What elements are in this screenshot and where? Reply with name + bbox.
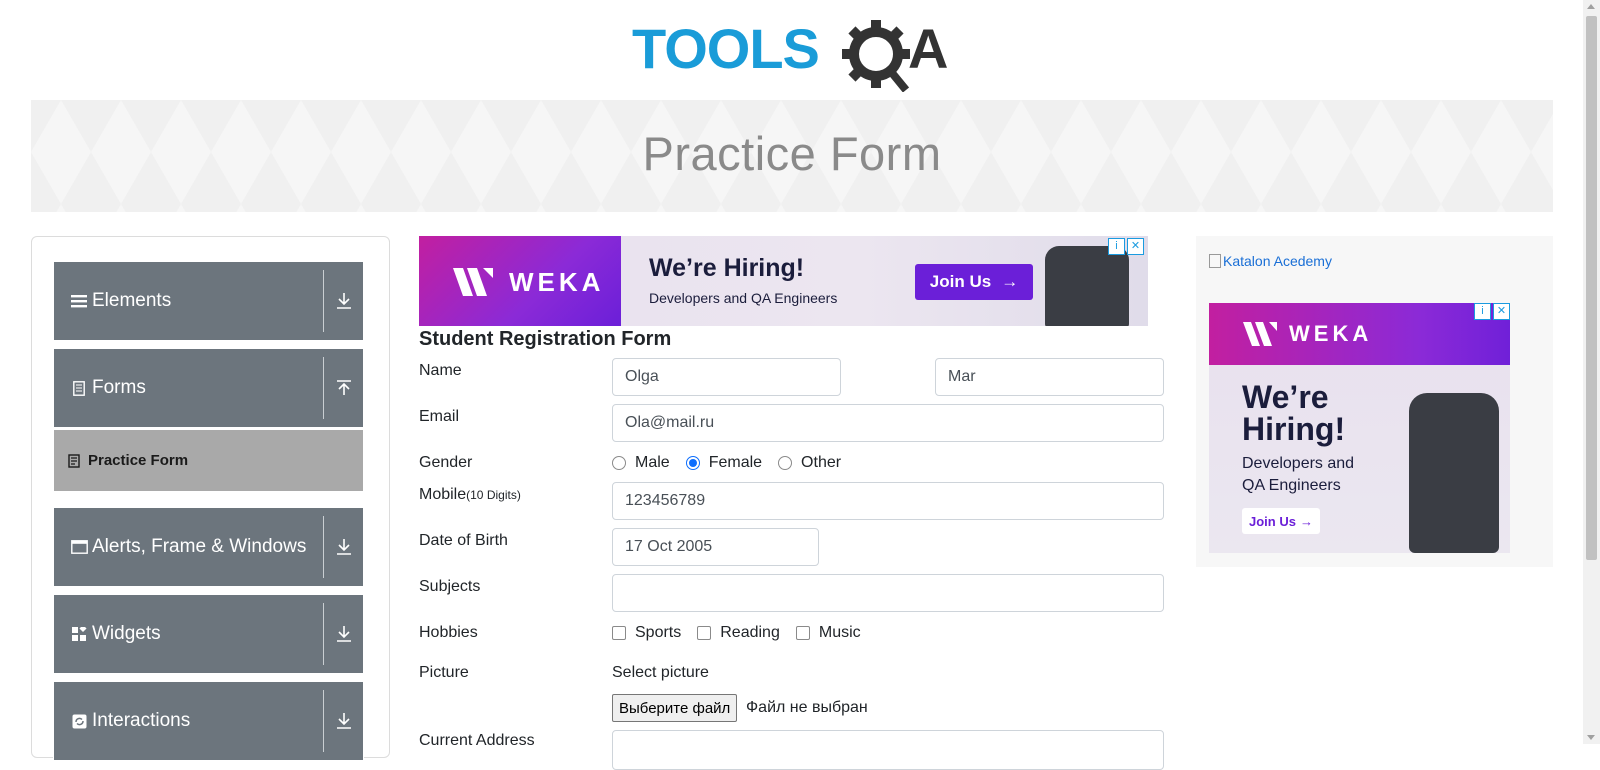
ad-banner-top[interactable]: WEKA We’re Hiring! Developers and QA Eng… — [419, 236, 1148, 326]
scroll-down-arrow-icon[interactable] — [1587, 735, 1595, 740]
ad-banner-right[interactable]: WEKA i ✕ We’re Hiring! Developers and QA… — [1209, 303, 1510, 553]
backpack-image — [1409, 393, 1499, 553]
checkbox-music[interactable] — [795, 626, 810, 640]
sidebar-group-label: Elements — [92, 290, 172, 311]
document-icon — [70, 379, 88, 397]
ad-brand: WEKA — [1289, 321, 1373, 346]
sidebar-group-interactions[interactable]: Interactions — [53, 681, 364, 761]
picture-label: Picture — [419, 664, 469, 681]
ad-subline: Developers and QA Engineers — [649, 290, 838, 306]
page-title: Practice Form — [642, 127, 942, 180]
ad-info-icon[interactable]: i — [1108, 238, 1125, 255]
choose-file-button[interactable]: Выберите файл — [612, 694, 738, 722]
page-scrollbar[interactable] — [1583, 0, 1600, 744]
checkbox-reading[interactable] — [697, 626, 712, 640]
page-banner: Practice Form — [31, 100, 1553, 212]
name-label: Name — [419, 362, 462, 379]
current-address-input[interactable] — [612, 730, 1164, 770]
ad-headline: We’re Hiring! — [1242, 379, 1346, 447]
ad-subline: Developers and QA Engineers — [1242, 455, 1355, 494]
select-picture-label: Select picture — [612, 664, 709, 681]
last-name-input[interactable] — [935, 358, 1164, 396]
svg-text:TOOLS: TOOLS — [632, 17, 819, 80]
mobile-label: Mobile(10 Digits) — [419, 486, 521, 503]
backpack-image — [1045, 246, 1129, 326]
current-address-label: Current Address — [419, 732, 535, 749]
ad-controls: i ✕ — [1474, 303, 1510, 320]
sidebar-group-elements[interactable]: Elements — [53, 261, 364, 341]
arrow-right-icon: → — [1001, 272, 1019, 291]
first-name-input[interactable] — [612, 358, 841, 396]
date-of-birth-input[interactable] — [612, 528, 819, 566]
hobby-music-option[interactable]: Music — [795, 624, 861, 642]
upload-arrow-icon[interactable] — [332, 376, 356, 400]
hobbies-checkbox-group: Sports Reading Music — [612, 624, 877, 642]
gender-radio-group: Male Female Other — [612, 454, 857, 472]
ad-headline: We’re Hiring! — [649, 254, 805, 282]
hobby-sports-option[interactable]: Sports — [612, 624, 681, 642]
weka-logo-block: WEKA — [419, 236, 621, 326]
download-arrow-icon[interactable] — [332, 622, 356, 646]
mobile-input[interactable] — [612, 482, 1164, 520]
ad-close-icon[interactable]: ✕ — [1493, 303, 1510, 320]
hobbies-label: Hobbies — [419, 624, 478, 641]
gender-female-option[interactable]: Female — [685, 454, 762, 472]
radio-other[interactable] — [778, 456, 793, 470]
radio-male[interactable] — [612, 456, 626, 470]
widgets-icon — [70, 625, 88, 643]
download-arrow-icon[interactable] — [332, 709, 356, 733]
subjects-label: Subjects — [419, 578, 481, 595]
broken-image-icon — [1209, 254, 1221, 268]
sidebar-group-forms[interactable]: Forms — [53, 348, 364, 428]
window-icon — [70, 538, 88, 556]
sidebar-group-label: Widgets — [92, 623, 161, 644]
gender-male-option[interactable]: Male — [612, 454, 670, 472]
svg-text:A: A — [908, 17, 948, 80]
katalon-academy-link[interactable]: Katalon Acedemy — [1209, 253, 1332, 269]
arrow-right-icon: → — [1299, 513, 1313, 529]
gender-other-option[interactable]: Other — [778, 454, 841, 472]
sidebar-group-label: Alerts, Frame & Windows — [92, 536, 307, 557]
weka-logo-strip: WEKA i ✕ — [1209, 303, 1510, 365]
checkbox-sports[interactable] — [612, 626, 626, 640]
ad-join-button[interactable]: Join Us → — [1242, 508, 1320, 534]
sidebar-item-label: Practice Form — [88, 452, 189, 469]
sidebar-group-widgets[interactable]: Widgets — [53, 594, 364, 674]
radio-female[interactable] — [685, 456, 700, 470]
download-arrow-icon[interactable] — [332, 289, 356, 313]
email-label: Email — [419, 408, 460, 425]
form-icon — [68, 454, 80, 473]
sidebar-group-label: Forms — [92, 377, 146, 398]
ad-brand: WEKA — [509, 267, 605, 297]
list-icon — [70, 292, 88, 310]
subjects-input[interactable] — [612, 574, 1164, 612]
sidebar-group-alerts[interactable]: Alerts, Frame & Windows — [53, 507, 364, 587]
gender-label: Gender — [419, 454, 473, 471]
hobby-reading-option[interactable]: Reading — [697, 624, 780, 642]
dob-label: Date of Birth — [419, 532, 508, 549]
ad-close-icon[interactable]: ✕ — [1127, 238, 1144, 255]
sidebar-group-label: Interactions — [92, 710, 191, 731]
download-arrow-icon[interactable] — [332, 535, 356, 559]
form-title: Student Registration Form — [419, 328, 672, 350]
sidebar: Elements Forms Practice Form Alerts, Fra… — [31, 236, 390, 761]
toolsqa-logo[interactable]: TOOLS A — [632, 14, 956, 93]
sidebar-item-practice-form[interactable]: Practice Form — [53, 429, 364, 492]
scroll-up-arrow-icon[interactable] — [1587, 4, 1595, 9]
file-status: Файл не выбран — [746, 699, 868, 716]
scroll-thumb[interactable] — [1586, 16, 1597, 560]
ad-controls: i ✕ — [1108, 238, 1144, 255]
ad-info-icon[interactable]: i — [1474, 303, 1491, 320]
ad-join-button[interactable]: Join Us → — [915, 264, 1033, 300]
mobile-hint: (10 Digits) — [466, 488, 521, 502]
email-input[interactable] — [612, 404, 1164, 442]
refresh-icon — [70, 712, 88, 730]
